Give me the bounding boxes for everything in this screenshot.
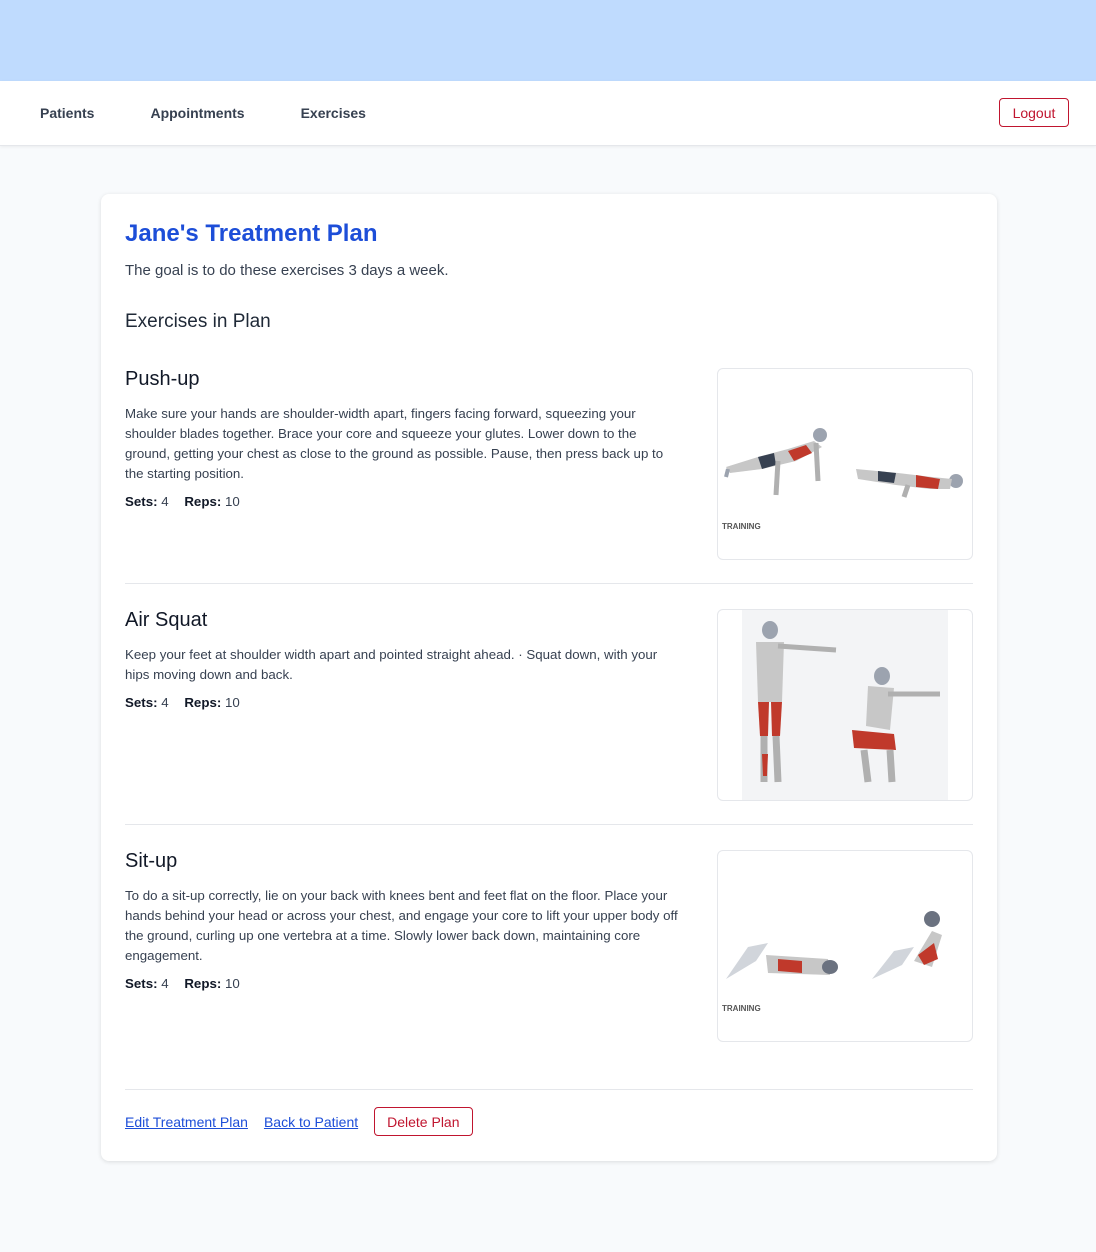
nav-exercises[interactable]: Exercises	[301, 105, 366, 121]
reps-label: Reps:	[184, 695, 222, 710]
divider	[125, 583, 973, 584]
sit-up-illustration: TRAINING	[717, 850, 973, 1042]
exercise-description: Make sure your hands are shoulder-width …	[125, 406, 664, 481]
sit-up-icon: TRAINING	[722, 911, 942, 1013]
exercise-sets-reps: Sets: 4 Reps: 10	[125, 494, 240, 509]
exercise-name: Sit-up	[125, 850, 178, 872]
reps-label: Reps:	[184, 976, 222, 991]
exercise-sets-reps: Sets: 4 Reps: 10	[125, 976, 240, 991]
exercise-description: To do a sit-up correctly, lie on your ba…	[125, 888, 678, 963]
delete-plan-button[interactable]: Delete Plan	[374, 1107, 473, 1136]
exercise-item-push-up: Push-up Make sure your hands are shoulde…	[125, 368, 973, 560]
section-title: Exercises in Plan	[125, 311, 271, 332]
sets-value: 4	[161, 976, 169, 991]
exercise-item-sit-up: Sit-up To do a sit-up correctly, lie on …	[125, 850, 973, 1042]
image-watermark: TRAINING	[722, 522, 761, 531]
sets-label: Sets:	[125, 695, 158, 710]
treatment-plan-card: Jane's Treatment Plan The goal is to do …	[101, 194, 997, 1161]
nav-patients[interactable]: Patients	[40, 105, 94, 121]
logout-button[interactable]: Logout	[999, 98, 1069, 127]
divider	[125, 824, 973, 825]
push-up-icon: TRAINING	[722, 428, 963, 531]
reps-value: 10	[224, 976, 240, 991]
exercise-name: Push-up	[125, 368, 200, 390]
air-squat-illustration	[717, 609, 973, 801]
plan-goal: The goal is to do these exercises 3 days…	[125, 262, 449, 279]
main-navbar: Patients Appointments Exercises Logout	[0, 81, 1096, 146]
sets-label: Sets:	[125, 494, 158, 509]
sets-value: 4	[161, 494, 169, 509]
push-up-illustration: TRAINING	[717, 368, 973, 560]
edit-plan-link[interactable]: Edit Treatment Plan	[125, 1114, 248, 1130]
squat-icon	[742, 610, 948, 800]
divider	[125, 1089, 973, 1090]
image-watermark: TRAINING	[722, 1004, 761, 1013]
exercise-name: Air Squat	[125, 609, 208, 631]
reps-label: Reps:	[184, 494, 222, 509]
top-banner	[0, 0, 1096, 81]
nav-appointments[interactable]: Appointments	[150, 105, 244, 121]
reps-value: 10	[224, 695, 240, 710]
exercise-sets-reps: Sets: 4 Reps: 10	[125, 695, 240, 710]
plan-actions: Edit Treatment Plan Back to Patient Dele…	[125, 1107, 473, 1136]
exercise-item-air-squat: Air Squat Keep your feet at shoulder wid…	[125, 609, 973, 801]
page-title: Jane's Treatment Plan	[125, 220, 378, 247]
exercise-description: Keep your feet at shoulder width apart a…	[125, 647, 658, 682]
sets-label: Sets:	[125, 976, 158, 991]
sets-value: 4	[161, 695, 169, 710]
reps-value: 10	[224, 494, 240, 509]
back-to-patient-link[interactable]: Back to Patient	[264, 1114, 358, 1130]
